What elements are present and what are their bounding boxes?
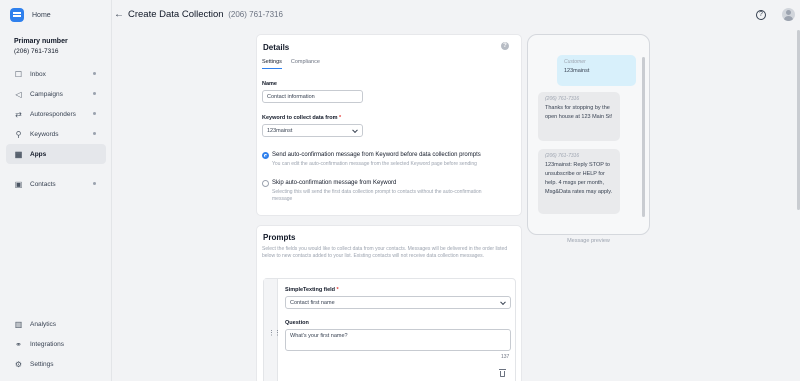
megaphone-icon: ◁ (15, 89, 22, 99)
name-input[interactable]: Contact information (262, 90, 363, 103)
sidebar-item-label: Inbox (30, 70, 46, 78)
sidebar-item-label: Analytics (30, 320, 57, 328)
back-arrow-icon[interactable]: ← (114, 9, 124, 20)
message-text: Thanks for stopping by the open house at… (545, 105, 613, 120)
page-title-phone: (206) 761-7316 (228, 10, 283, 19)
message-sender: Customer (564, 59, 586, 65)
sidebar-item-autoresponders[interactable]: ⇄ Autoresponders (6, 104, 106, 124)
message-sender: (206) 761-7316 (545, 153, 580, 159)
required-marker: * (339, 115, 342, 121)
prompt-item: ⋮⋮ SimpleTexting field * Contact first n… (263, 278, 516, 381)
message-preview-phone: Customer 123mainst (206) 761-7316 Thanks… (527, 34, 650, 235)
inbox-icon: ☐ (14, 69, 23, 79)
option-send-confirmation-sub: You can edit the auto-confirmation messa… (272, 161, 477, 167)
sidebar-item-label: Keywords (30, 130, 59, 138)
tab-settings[interactable]: Settings (262, 59, 282, 69)
sidebar-item-label: Integrations (30, 340, 64, 348)
sidebar-bottom-nav: ▥ Analytics ⚭ Integrations ⚙ Settings (6, 314, 106, 374)
chevron-icon (93, 92, 96, 95)
chevron-down-icon (352, 126, 358, 133)
contacts-icon: ▣ (14, 179, 23, 189)
chevron-icon (93, 132, 96, 135)
page-title: Create Data Collection (206) 761-7316 (128, 9, 283, 20)
drag-handle-icon[interactable]: ⋮⋮ (268, 329, 281, 337)
help-icon[interactable]: ? (756, 10, 766, 20)
character-counter: 137 (501, 354, 510, 360)
incoming-message: (206) 761-7316 123mainst: Reply STOP to … (538, 149, 620, 214)
simpletexting-field-value: Contact first name (290, 299, 335, 306)
sidebar-item-label: Contacts (30, 180, 56, 188)
preview-scrollbar[interactable] (642, 57, 645, 217)
sidebar-item-label: Settings (30, 360, 54, 368)
incoming-message: (206) 761-7316 Thanks for stopping by th… (538, 92, 620, 141)
sidebar-item-analytics[interactable]: ▥ Analytics (6, 314, 106, 334)
details-tabs: Settings Compliance (262, 59, 320, 69)
question-value: What's your first name? (290, 333, 348, 339)
sidebar-item-campaigns[interactable]: ◁ Campaigns (6, 84, 106, 104)
option-skip-confirmation-sub: Selecting this will send the first data … (272, 189, 482, 202)
question-textarea[interactable]: What's your first name? (285, 329, 511, 351)
option-send-confirmation-title: Send auto-confirmation message from Keyw… (272, 152, 481, 158)
autoresponder-icon: ⇄ (15, 109, 22, 119)
integrations-icon: ⚭ (15, 339, 22, 349)
trash-icon[interactable] (499, 369, 506, 377)
simpletexting-field-select[interactable]: Contact first name (285, 296, 511, 309)
prompts-title: Prompts (263, 233, 296, 242)
prompts-description: Select the fields you would like to coll… (262, 246, 508, 259)
sidebar-item-label: Apps (30, 150, 47, 158)
apps-icon: ▦ (14, 149, 23, 159)
name-input-value: Contact information (267, 93, 315, 100)
chevron-icon (93, 72, 96, 75)
page-title-text: Create Data Collection (128, 9, 224, 20)
sidebar-item-inbox[interactable]: ☐ Inbox (6, 64, 106, 84)
sidebar-item-contacts[interactable]: ▣ Contacts (6, 174, 106, 194)
primary-number: Primary number (206) 761-7316 (14, 38, 68, 55)
analytics-icon: ▥ (14, 319, 23, 329)
details-title: Details (263, 43, 290, 52)
required-marker: * (336, 287, 339, 293)
avatar[interactable] (782, 8, 795, 21)
prompts-card: Prompts Select the fields you would like… (256, 225, 522, 381)
option-skip-confirmation-title: Skip auto-confirmation message from Keyw… (272, 180, 397, 186)
sidebar-item-keywords[interactable]: ⚲ Keywords (6, 124, 106, 144)
details-card: Details ? Settings Compliance Name Conta… (256, 34, 522, 216)
info-icon[interactable]: ? (501, 42, 509, 50)
home-link[interactable]: Home (10, 8, 51, 22)
keyword-label: Keyword to collect data from * (262, 115, 341, 121)
chevron-down-icon (500, 298, 506, 305)
sidebar: Home Primary number (206) 761-7316 ☐ Inb… (0, 0, 112, 381)
keyword-label-text: Keyword to collect data from (262, 115, 338, 121)
tab-compliance[interactable]: Compliance (291, 59, 320, 69)
option-skip-confirmation-radio[interactable] (262, 180, 269, 187)
key-icon: ⚲ (15, 129, 22, 139)
message-text: 123mainst: Reply STOP to unsubscribe or … (545, 162, 613, 195)
simpletexting-field-label: SimpleTexting field * (285, 287, 339, 293)
logo-icon (10, 8, 24, 22)
question-label: Question (285, 320, 309, 326)
primary-number-value: (206) 761-7316 (14, 48, 59, 55)
message-text: 123mainst (564, 68, 590, 74)
sidebar-nav: ☐ Inbox ◁ Campaigns ⇄ Autoresponders ⚲ K… (6, 64, 106, 194)
sidebar-item-integrations[interactable]: ⚭ Integrations (6, 334, 106, 354)
message-preview-caption: Message preview (567, 238, 610, 244)
sidebar-item-apps[interactable]: ▦ Apps (6, 144, 106, 164)
simpletexting-field-label-text: SimpleTexting field (285, 287, 336, 293)
home-label: Home (32, 11, 51, 19)
keyword-select[interactable]: 123mainst (262, 124, 363, 137)
option-send-confirmation-radio[interactable] (262, 152, 269, 159)
sidebar-item-label: Autoresponders (30, 110, 76, 118)
gear-icon: ⚙ (14, 359, 23, 369)
chevron-icon (93, 182, 96, 185)
chevron-icon (93, 112, 96, 115)
keyword-select-value: 123mainst (267, 127, 293, 134)
sidebar-item-label: Campaigns (30, 90, 63, 98)
sidebar-item-settings[interactable]: ⚙ Settings (6, 354, 106, 374)
outgoing-message: Customer 123mainst (557, 55, 636, 86)
name-label: Name (262, 81, 277, 87)
message-sender: (206) 761-7316 (545, 96, 580, 102)
primary-number-title: Primary number (14, 38, 68, 45)
